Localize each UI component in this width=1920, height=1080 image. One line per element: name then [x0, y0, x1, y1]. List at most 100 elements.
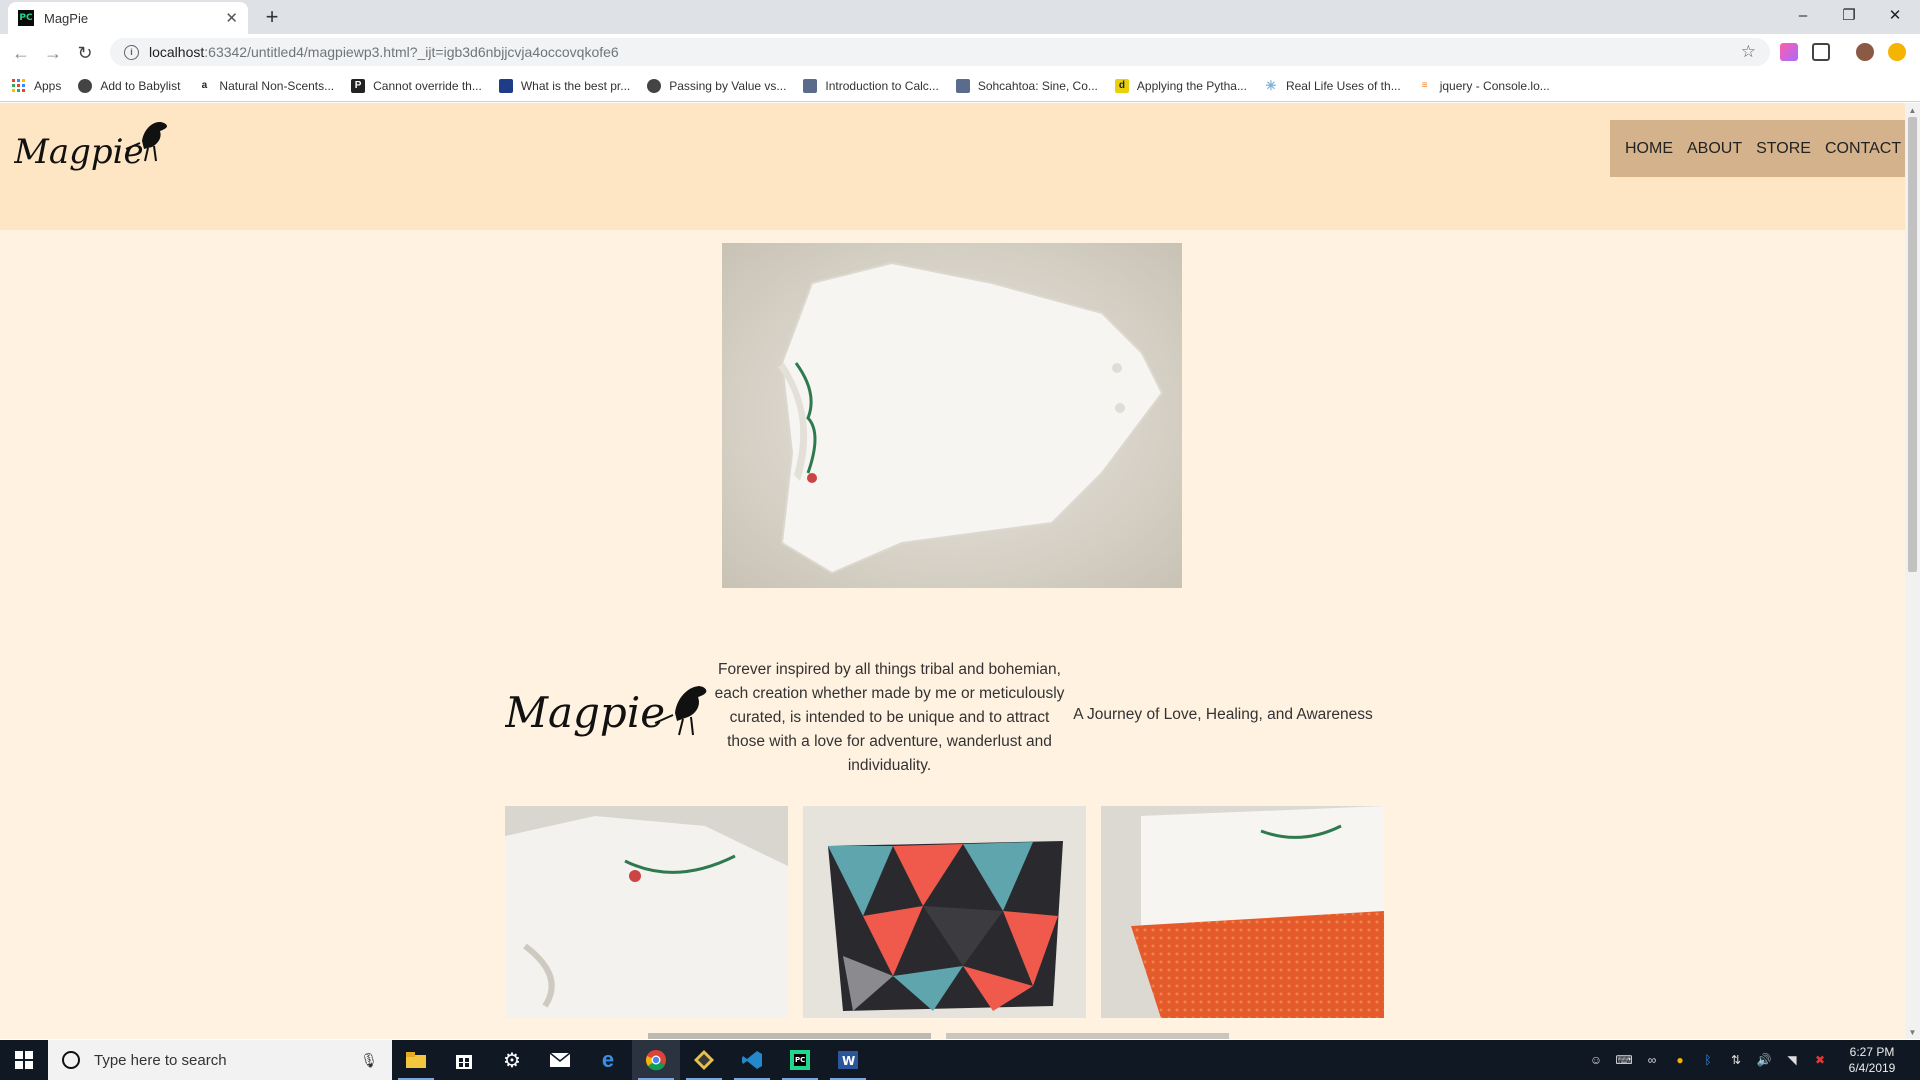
- restore-icon[interactable]: ❐: [1826, 0, 1872, 30]
- microphone-icon[interactable]: 🎙: [360, 1052, 378, 1069]
- globe-icon: [647, 78, 662, 93]
- bookmark-item[interactable]: Apps: [12, 78, 62, 93]
- system-tray: ☺ ⌨ ∞ ● ᛒ ⇅ 🔊 ◥ ✖ 6:27 PM 6/4/2019: [1582, 1040, 1920, 1080]
- address-bar[interactable]: i localhost:63342/untitled4/magpiewp3.ht…: [110, 38, 1770, 66]
- magpie-logo-icon: Magpie: [505, 686, 707, 737]
- bookmark-item[interactable]: d Applying the Pytha...: [1114, 78, 1247, 93]
- apps-grid-icon: [12, 78, 26, 93]
- magpie-logo-icon: Magpie: [14, 121, 167, 172]
- url-path: :63342/untitled4/magpiewp3.html?_ijt=igb…: [204, 44, 619, 60]
- product-photo[interactable]: [1101, 806, 1384, 1018]
- network-icon[interactable]: ⇅: [1722, 1040, 1750, 1080]
- browser-tab[interactable]: PC MagPie ✕: [8, 2, 248, 34]
- amazon-icon: a: [197, 78, 212, 93]
- norton-icon[interactable]: ●: [1666, 1040, 1694, 1080]
- back-icon[interactable]: ←: [8, 40, 34, 66]
- show-desktop-button[interactable]: [1910, 1040, 1920, 1080]
- cortana-icon: [62, 1051, 80, 1069]
- url-host: localhost: [149, 44, 205, 60]
- taskbar-search[interactable]: Type here to search 🎙: [48, 1040, 392, 1080]
- tab-title: MagPie: [44, 10, 89, 26]
- keyboard-icon[interactable]: ⌨: [1610, 1040, 1638, 1080]
- vscode-icon[interactable]: [728, 1040, 776, 1080]
- update-alert-icon[interactable]: [1888, 43, 1906, 61]
- nav-contact[interactable]: CONTACT: [1818, 140, 1905, 158]
- product-photo[interactable]: [803, 806, 1086, 1018]
- security-alert-icon[interactable]: ✖: [1806, 1040, 1834, 1080]
- reload-icon[interactable]: ↻: [72, 40, 98, 66]
- bookmark-label: Sohcahtoa: Sine, Co...: [977, 78, 1098, 93]
- settings-gear-icon[interactable]: ⚙: [488, 1040, 536, 1080]
- page-icon: [498, 78, 513, 93]
- pycharm-icon[interactable]: PC: [776, 1040, 824, 1080]
- windows-taskbar: Type here to search 🎙 ⚙ e PC W ☺ ⌨ ∞ ● ᛒ…: [0, 1040, 1920, 1080]
- site-logo[interactable]: Magpie: [14, 113, 169, 188]
- page-viewport: Magpie HOME ABOUT STORE CONTACT Magpie F…: [0, 103, 1905, 1039]
- bookmark-item[interactable]: ✳ Real Life Uses of th...: [1263, 77, 1401, 93]
- site-info-icon[interactable]: i: [124, 44, 139, 60]
- atom-icon: ✳: [1263, 77, 1278, 93]
- pycharm-favicon-icon: PC: [18, 10, 34, 26]
- cast-icon[interactable]: [1812, 43, 1830, 61]
- file-explorer-icon[interactable]: [392, 1040, 440, 1080]
- logo-text: Magpie: [505, 688, 665, 737]
- profile-avatar[interactable]: [1856, 43, 1874, 61]
- mail-icon[interactable]: [536, 1040, 584, 1080]
- new-tab-icon[interactable]: +: [260, 4, 284, 29]
- store-icon[interactable]: [440, 1040, 488, 1080]
- globe-icon: [78, 78, 93, 93]
- product-photo[interactable]: [505, 806, 788, 1018]
- taskbar-clock[interactable]: 6:27 PM 6/4/2019: [1834, 1044, 1910, 1076]
- bookmarks-bar: Apps Add to Babylist a Natural Non-Scents…: [0, 70, 1920, 102]
- close-window-icon[interactable]: ✕: [1872, 0, 1918, 30]
- bookmark-item[interactable]: What is the best pr...: [498, 78, 631, 93]
- cube-icon: [955, 78, 970, 93]
- search-placeholder: Type here to search: [94, 1051, 227, 1069]
- clock-time: 6:27 PM: [1849, 1045, 1895, 1059]
- minimize-icon[interactable]: –: [1780, 0, 1826, 30]
- product-photo[interactable]: [648, 1033, 931, 1039]
- people-icon[interactable]: ☺: [1582, 1040, 1610, 1080]
- bookmark-label: Cannot override th...: [373, 78, 482, 93]
- bookmark-item[interactable]: Sohcahtoa: Sine, Co...: [955, 78, 1098, 93]
- scroll-up-icon[interactable]: ▲: [1905, 103, 1920, 117]
- bluetooth-icon[interactable]: ᛒ: [1694, 1040, 1722, 1080]
- bookmark-item[interactable]: Passing by Value vs...: [647, 78, 787, 93]
- forward-icon[interactable]: →: [40, 40, 66, 66]
- link-icon[interactable]: ∞: [1638, 1040, 1666, 1080]
- nav-about[interactable]: ABOUT: [1680, 140, 1749, 158]
- cube-icon: [803, 78, 818, 93]
- windows-logo-icon: [15, 1051, 33, 1069]
- bookmark-item[interactable]: Add to Babylist: [78, 78, 180, 93]
- word-icon[interactable]: W: [824, 1040, 872, 1080]
- stack-icon: ≡: [1417, 78, 1432, 93]
- bookmark-star-icon[interactable]: ☆: [1741, 42, 1756, 62]
- nav-store[interactable]: STORE: [1749, 140, 1818, 158]
- bookmark-label: Passing by Value vs...: [669, 78, 787, 93]
- bookmark-item[interactable]: P Cannot override th...: [351, 78, 482, 93]
- nav-home[interactable]: HOME: [1618, 140, 1680, 158]
- tab-strip: PC MagPie ✕ + – ❐ ✕: [0, 0, 1920, 34]
- bookmark-label: Natural Non-Scents...: [219, 78, 335, 93]
- scroll-down-icon[interactable]: ▼: [1905, 1025, 1920, 1039]
- volume-icon[interactable]: 🔊: [1750, 1040, 1778, 1080]
- bookmark-item[interactable]: ≡ jquery - Console.lo...: [1417, 78, 1550, 93]
- git-kraken-icon[interactable]: [680, 1040, 728, 1080]
- wifi-icon[interactable]: ◥: [1778, 1040, 1806, 1080]
- product-photo[interactable]: [946, 1033, 1229, 1039]
- bookmark-label: What is the best pr...: [520, 78, 631, 93]
- bookmark-item[interactable]: Introduction to Calc...: [803, 78, 939, 93]
- hero-photo: [722, 243, 1182, 588]
- edge-icon[interactable]: e: [584, 1040, 632, 1080]
- start-button[interactable]: [0, 1040, 48, 1080]
- browser-toolbar: ← → ↻ i localhost:63342/untitled4/magpie…: [0, 34, 1920, 70]
- svg-text:W: W: [842, 1054, 855, 1068]
- chrome-icon[interactable]: [632, 1040, 680, 1080]
- logo-text: Magpie: [14, 132, 144, 172]
- scrollbar-thumb[interactable]: [1908, 117, 1917, 572]
- close-tab-icon[interactable]: ✕: [225, 9, 238, 27]
- bookmark-item[interactable]: a Natural Non-Scents...: [197, 78, 335, 93]
- bookmark-label: Apps: [34, 78, 62, 93]
- extension-icon[interactable]: [1780, 43, 1798, 61]
- page-scrollbar[interactable]: ▲ ▼: [1905, 103, 1920, 1039]
